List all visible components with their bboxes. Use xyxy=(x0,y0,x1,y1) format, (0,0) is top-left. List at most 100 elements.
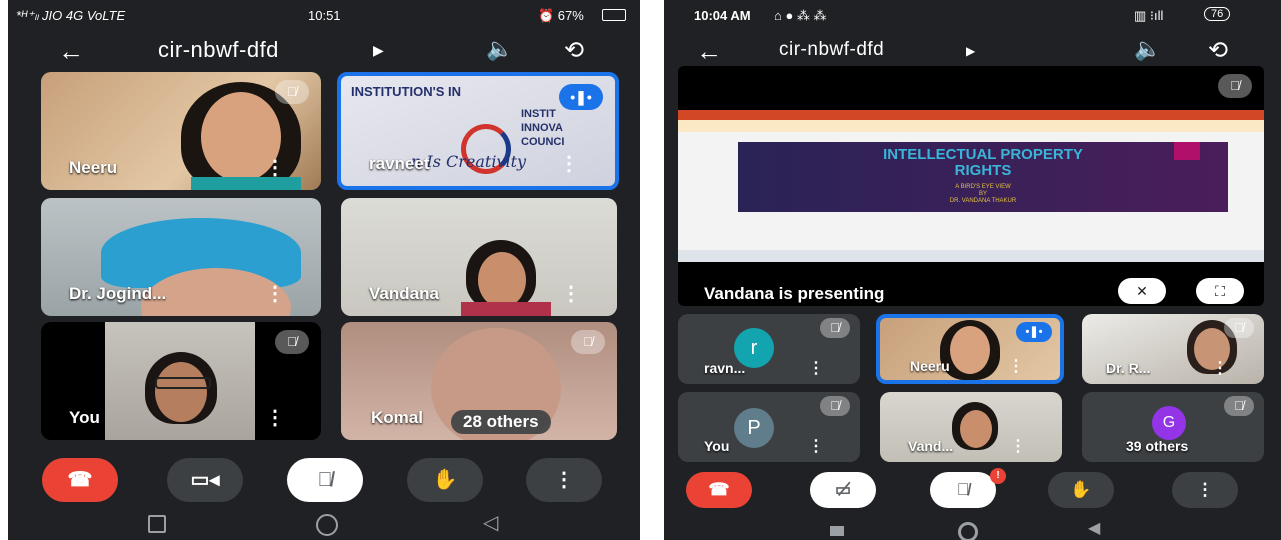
banner-text: INSTIT xyxy=(521,108,556,120)
recents-icon[interactable] xyxy=(148,515,166,533)
avatar: P xyxy=(734,408,774,448)
more-options-icon[interactable]: ⋮ xyxy=(808,436,824,456)
participant-name: Vandana xyxy=(369,284,439,303)
more-options-icon[interactable]: ⋮ xyxy=(559,151,579,176)
slide-title: RIGHTS xyxy=(954,162,1012,179)
participant-tile-you[interactable]: 🎙̸ You ⋮ xyxy=(41,322,321,440)
raise-hand-button[interactable]: ✋ xyxy=(1048,472,1114,508)
raise-hand-button[interactable]: ✋ xyxy=(407,458,483,502)
notification-badge: ! xyxy=(990,468,1006,484)
switch-camera-icon[interactable]: ⟲ xyxy=(1208,36,1228,65)
home-icon[interactable] xyxy=(316,514,338,536)
meeting-appbar: ← cir-nbwf-dfd ▶ 🔈 ⟲ xyxy=(8,30,640,70)
status-bar: *ᴴ⁺ₗₗ JIO 4G VoLTE 10:51 ⏰ 67% xyxy=(8,0,640,30)
more-vert-icon: ⋮ xyxy=(554,469,574,491)
clothing-shape xyxy=(461,302,551,316)
meeting-code[interactable]: cir-nbwf-dfd xyxy=(158,37,279,63)
participant-tile-komal[interactable]: 🎙̸ Komal 28 others xyxy=(341,322,617,440)
banner-text: INNOVA xyxy=(521,122,563,134)
more-options-icon[interactable]: ⋮ xyxy=(1010,436,1026,456)
end-call-button[interactable]: ☎ xyxy=(686,472,752,508)
speaker-icon[interactable]: 🔈 xyxy=(1134,36,1161,62)
speaker-icon[interactable]: 🔈 xyxy=(486,36,513,62)
participant-name: You xyxy=(69,408,100,427)
microphone-toggle-button[interactable]: 🎙̸ xyxy=(287,458,363,502)
more-options-button[interactable]: ⋮ xyxy=(1172,472,1238,508)
end-call-icon: ☎ xyxy=(708,480,730,499)
camera-toggle-button[interactable]: ▭◂ xyxy=(167,458,243,502)
face-shape xyxy=(960,410,992,448)
carrier-label: *ᴴ⁺ₗₗ JIO 4G VoLTE xyxy=(16,8,126,23)
speaking-indicator-icon: •❚• xyxy=(559,84,603,110)
slide-by: BY xyxy=(978,191,987,197)
dropdown-triangle-icon[interactable]: ▶ xyxy=(966,44,975,58)
participant-tile-you[interactable]: 🎙̸ P You ⋮ xyxy=(678,392,860,462)
notification-icons: ⌂ ● ⁂ ⁂ xyxy=(774,8,827,23)
presenting-label: Vandana is presenting xyxy=(704,284,885,303)
more-options-icon[interactable]: ⋮ xyxy=(265,281,285,306)
hand-icon: ✋ xyxy=(1070,480,1092,499)
mic-off-icon: 🎙̸ xyxy=(820,318,850,338)
others-count[interactable]: 28 others xyxy=(451,410,551,434)
dropdown-triangle-icon[interactable]: ▶ xyxy=(373,42,384,59)
left-phone-screen: *ᴴ⁺ₗₗ JIO 4G VoLTE 10:51 ⏰ 67% ← cir-nbw… xyxy=(8,0,640,540)
more-options-icon[interactable]: ⋮ xyxy=(1008,356,1024,376)
video-feed xyxy=(105,322,255,440)
unpin-button[interactable]: ✕ xyxy=(1118,278,1166,304)
meeting-appbar: ← cir-nbwf-dfd ▶ 🔈 ⟲ xyxy=(664,30,1281,70)
back-arrow-icon[interactable]: ← xyxy=(58,36,84,67)
mic-off-icon: 🎙̸ xyxy=(317,469,333,491)
more-options-button[interactable]: ⋮ xyxy=(526,458,602,502)
right-phone-screen: 10:04 AM ⌂ ● ⁂ ⁂ ▥ ⁝ıll 76 ← cir-nbwf-df… xyxy=(664,0,1281,540)
glasses-shape xyxy=(155,377,211,389)
status-bar: 10:04 AM ⌂ ● ⁂ ⁂ ▥ ⁝ıll 76 xyxy=(664,0,1281,30)
more-options-icon[interactable]: ⋮ xyxy=(808,358,824,378)
slide-title: INTELLECTUAL PROPERTY xyxy=(883,146,1083,163)
participant-name: Vand... xyxy=(908,438,954,454)
meeting-code[interactable]: cir-nbwf-dfd xyxy=(779,39,884,61)
participant-tile-dr-jogind[interactable]: Dr. Jogind... ⋮ xyxy=(41,198,321,316)
switch-camera-icon[interactable]: ⟲ xyxy=(564,36,584,65)
recents-icon[interactable] xyxy=(830,526,844,536)
participant-name: ravn... xyxy=(704,360,746,376)
participant-name: You xyxy=(704,438,730,454)
mic-off-icon: 🎙̸ xyxy=(275,330,309,354)
signal-icon: ▥ ⁝ıll xyxy=(1134,8,1164,23)
more-options-icon[interactable]: ⋮ xyxy=(265,405,285,430)
end-call-button[interactable]: ☎ xyxy=(42,458,118,502)
mic-off-icon: 🎙̸ xyxy=(820,396,850,416)
participant-tile-ravneet[interactable]: INSTITUTION'S IN INSTIT INNOVA COUNCI n … xyxy=(337,72,619,190)
video-off-icon: ▭̸ xyxy=(834,480,852,499)
participant-tile-neeru[interactable]: •❚• Neeru ⋮ xyxy=(876,314,1064,384)
end-call-icon: ☎ xyxy=(67,469,93,491)
battery-label: ⏰ 67% xyxy=(538,8,584,23)
more-options-icon[interactable]: ⋮ xyxy=(265,155,285,180)
more-options-icon[interactable]: ⋮ xyxy=(561,281,581,306)
participant-tile-others[interactable]: 🎙̸ G 39 others xyxy=(1082,392,1264,462)
hand-icon: ✋ xyxy=(432,469,458,491)
back-triangle-icon[interactable]: ◀ xyxy=(1088,518,1100,538)
participant-name: Neeru xyxy=(69,158,118,177)
participant-tile-ravn[interactable]: 🎙̸ r ravn... ⋮ xyxy=(678,314,860,384)
home-icon[interactable] xyxy=(958,522,978,540)
notification-strip xyxy=(678,120,1264,132)
participant-tile-neeru[interactable]: 🎙̸ Neeru ⋮ xyxy=(41,72,321,190)
microphone-toggle-button[interactable]: 🎙̸ xyxy=(930,472,996,508)
fullscreen-button[interactable]: ⛶ xyxy=(1196,278,1244,304)
camera-toggle-button[interactable]: ▭̸ xyxy=(810,472,876,508)
face-shape xyxy=(478,252,526,308)
participant-tile-vandana[interactable]: Vandana ⋮ xyxy=(341,198,617,316)
avatar: G xyxy=(1152,406,1186,440)
others-count[interactable]: 39 others xyxy=(1126,438,1188,454)
presentation-panel[interactable]: 🎙̸ INTELLECTUAL PROPERTY RIGHTS A BIRD'S… xyxy=(678,66,1264,306)
participant-tile-vand[interactable]: Vand... ⋮ xyxy=(880,392,1062,462)
participant-name: Dr. Jogind... xyxy=(69,284,167,303)
battery-icon xyxy=(602,9,626,21)
mic-off-icon: 🎙̸ xyxy=(1218,74,1252,98)
more-options-icon[interactable]: ⋮ xyxy=(1212,358,1228,378)
banner-text: COUNCI xyxy=(521,136,565,148)
back-arrow-icon[interactable]: ← xyxy=(696,36,722,67)
participant-tile-dr-r[interactable]: 🎙̸ Dr. R... ⋮ xyxy=(1082,314,1264,384)
banner-text: INSTITUTION'S IN xyxy=(351,84,461,99)
back-triangle-icon[interactable]: ◁ xyxy=(483,510,498,535)
